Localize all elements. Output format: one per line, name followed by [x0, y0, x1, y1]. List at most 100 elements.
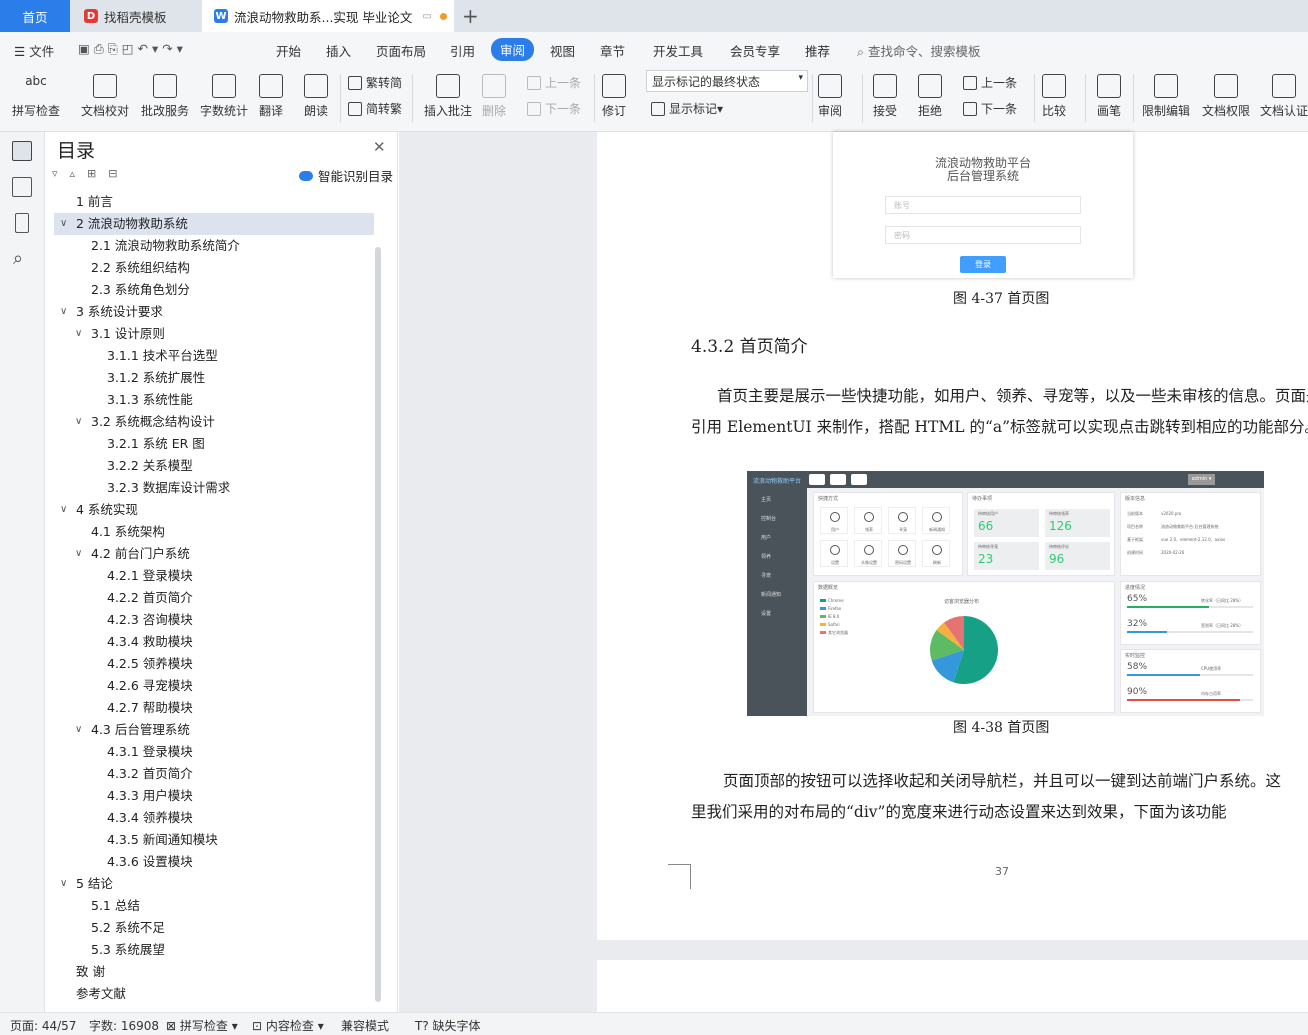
toc-item[interactable]: 3.2.3 数据库设计需求 [46, 477, 376, 499]
toc-item[interactable]: 5.1 总结 [46, 895, 376, 917]
toc-item[interactable]: 5.2 系统不足 [46, 917, 376, 939]
translate-button[interactable]: 翻译 [259, 74, 283, 119]
toc-item[interactable]: 4.3.6 设置模块 [46, 851, 376, 873]
toc-item[interactable]: 4.3.4 领养模块 [46, 807, 376, 829]
toc-item[interactable]: 3.1.1 技术平台选型 [46, 345, 376, 367]
toc-item[interactable]: 4.2.3 咨询模块 [46, 609, 376, 631]
outline-icon[interactable] [12, 177, 32, 197]
tab-home[interactable]: 首页 [0, 0, 70, 32]
toc-item[interactable]: ∨ 2 流浪动物救助系统 [54, 213, 374, 235]
toc-item[interactable]: 4.1 系统架构 [46, 521, 376, 543]
toc-item[interactable]: 4.3.4 救助模块 [46, 631, 376, 653]
new-tab-icon[interactable]: + [462, 4, 479, 28]
chevron-down-icon[interactable]: ∨ [75, 411, 82, 433]
read-aloud-button[interactable]: 朗读 [304, 74, 328, 119]
chevron-down-icon[interactable]: ∨ [60, 213, 67, 235]
status-content-check[interactable]: ⊡ 内容检查 ▾ [252, 1017, 324, 1034]
pen-button[interactable]: 画笔 [1097, 74, 1121, 119]
quick-access-toolbar[interactable]: ▣ ⎙ ⎘ ◰ ↶ ▾ ↷ ▾ [78, 41, 183, 57]
toc-item[interactable]: 2.3 系统角色划分 [46, 279, 376, 301]
toc-item[interactable]: 4.3.5 新闻通知模块 [46, 829, 376, 851]
toc-item[interactable]: 5.3 系统展望 [46, 939, 376, 961]
toc-item[interactable]: 4.3.2 首页简介 [46, 763, 376, 785]
reject-button[interactable]: 拒绝 [918, 74, 942, 119]
toc-item[interactable]: 4.2.1 登录模块 [46, 565, 376, 587]
toc-item[interactable]: 2.1 流浪动物救助系统简介 [46, 235, 376, 257]
markup-state-select[interactable]: 显示标记的最终状态 ▾ [646, 70, 808, 92]
file-menu[interactable]: ☰ 文件 [14, 41, 54, 60]
toc-item[interactable]: 3.2.1 系统 ER 图 [46, 433, 376, 455]
menu-reference[interactable]: 引用 [450, 41, 475, 60]
compare-button[interactable]: 比较 [1042, 74, 1066, 119]
toc-item[interactable]: 1 前言 [46, 191, 376, 213]
toc-item[interactable]: 3.1.3 系统性能 [46, 389, 376, 411]
next-comment-button[interactable]: 下一条 [527, 100, 581, 117]
toc-item[interactable]: 4.2.5 领养模块 [46, 653, 376, 675]
menu-developer[interactable]: 开发工具 [653, 41, 703, 60]
review-pane-button[interactable]: 审阅 [818, 74, 842, 119]
toc-scrollbar[interactable] [375, 247, 381, 1002]
toc-item[interactable]: 4.2.2 首页简介 [46, 587, 376, 609]
toc-item[interactable]: ∨ 3.1 设计原则 [46, 323, 376, 345]
prev-comment-button[interactable]: 上一条 [527, 74, 581, 91]
doc-certify-button[interactable]: 文档认证 [1260, 74, 1308, 119]
page-indicator[interactable]: 页面: 44/57 [10, 1017, 76, 1034]
restrict-edit-button[interactable]: 限制编辑 [1142, 74, 1190, 119]
track-changes-button[interactable]: 修订 [602, 74, 626, 119]
command-search[interactable]: ⌕ 查找命令、搜索模板 [857, 41, 981, 60]
annotate-service-button[interactable]: 批改服务 [141, 74, 189, 119]
toc-tools[interactable]: ▿▵⊞⊟ [52, 167, 129, 180]
toc-item[interactable]: 致 谢 [46, 961, 376, 983]
toc-item[interactable]: 4.2.7 帮助模块 [46, 697, 376, 719]
toc-item[interactable]: 参考文献 [46, 983, 376, 1005]
spell-check-button[interactable]: abc 拼写检查 [12, 74, 60, 119]
delete-comment-button[interactable]: 删除 [482, 74, 506, 119]
doc-permission-button[interactable]: 文档权限 [1202, 74, 1250, 119]
toc-item[interactable]: 3.2.2 关系模型 [46, 455, 376, 477]
menu-layout[interactable]: 页面布局 [376, 41, 426, 60]
show-markup-button[interactable]: 显示标记 ▾ [651, 100, 723, 117]
menu-recommend[interactable]: 推荐 [805, 41, 830, 60]
find-icon[interactable]: ⌕ [13, 248, 23, 269]
toc-icon[interactable] [12, 141, 32, 161]
smart-toc-button[interactable]: 智能识别目录 [299, 166, 393, 185]
toc-item[interactable]: 3.1.2 系统扩展性 [46, 367, 376, 389]
bookmark-icon[interactable] [15, 213, 29, 233]
menu-start[interactable]: 开始 [276, 41, 301, 60]
word-count-button[interactable]: 字数统计 [200, 74, 248, 119]
toc-item[interactable]: 4.2.6 寻宠模块 [46, 675, 376, 697]
toc-item[interactable]: 4.3.3 用户模块 [46, 785, 376, 807]
word-count[interactable]: 字数: 16908 [89, 1017, 159, 1034]
proofread-button[interactable]: 文档校对 [81, 74, 129, 119]
prev-change-button[interactable]: 上一条 [963, 74, 1017, 91]
chevron-down-icon[interactable]: ∨ [75, 543, 82, 565]
missing-font[interactable]: T? 缺失字体 [415, 1017, 481, 1034]
next-change-button[interactable]: 下一条 [963, 100, 1017, 117]
menu-insert[interactable]: 插入 [326, 41, 351, 60]
toc-item[interactable]: ∨ 4.2 前台门户系统 [46, 543, 376, 565]
close-icon[interactable]: ✕ [373, 138, 386, 156]
menu-member[interactable]: 会员专享 [730, 41, 780, 60]
insert-comment-button[interactable]: 插入批注 [424, 74, 472, 119]
toc-item[interactable]: 2.2 系统组织结构 [46, 257, 376, 279]
toc-item[interactable]: ∨ 5 结论 [46, 873, 376, 895]
status-spell-check[interactable]: ⊠ 拼写检查 ▾ [166, 1017, 238, 1034]
chevron-down-icon[interactable]: ∨ [60, 301, 67, 323]
menu-review[interactable]: 审阅 [491, 38, 535, 61]
chevron-down-icon[interactable]: ∨ [60, 499, 67, 521]
chevron-down-icon[interactable]: ∨ [75, 323, 82, 345]
tab-document[interactable]: W 流浪动物救助系...实现 毕业论文 ▭ [202, 0, 454, 32]
monitor-icon[interactable]: ▭ [422, 11, 431, 22]
toc-item[interactable]: ∨ 3 系统设计要求 [46, 301, 376, 323]
chevron-down-icon[interactable]: ∨ [75, 719, 82, 741]
toc-item[interactable]: ∨ 3.2 系统概念结构设计 [46, 411, 376, 433]
toc-item[interactable]: ∨ 4 系统实现 [46, 499, 376, 521]
accept-button[interactable]: 接受 [873, 74, 897, 119]
menu-view[interactable]: 视图 [550, 41, 575, 60]
toc-item[interactable]: 4.3.1 登录模块 [46, 741, 376, 763]
simp-to-trad-button[interactable]: 简转繁 [348, 100, 402, 117]
tab-template[interactable]: D 找稻壳模板 [72, 0, 200, 32]
chevron-down-icon[interactable]: ∨ [60, 873, 67, 895]
menu-chapter[interactable]: 章节 [600, 41, 625, 60]
trad-to-simp-button[interactable]: 繁转简 [348, 74, 402, 91]
